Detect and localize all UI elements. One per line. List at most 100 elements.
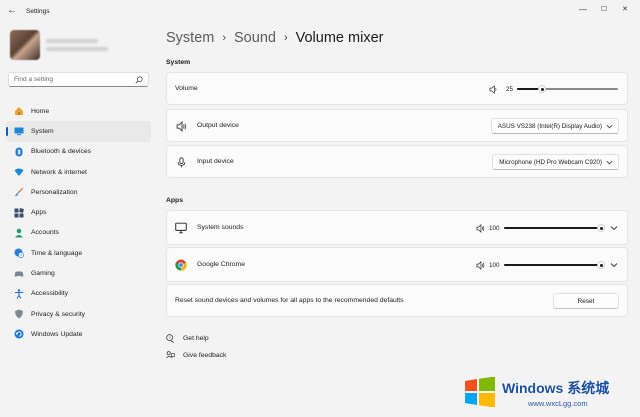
account-icon: [14, 228, 24, 238]
volume-slider[interactable]: [517, 85, 618, 93]
output-device-label: Output device: [197, 122, 239, 129]
sidebar-item-label: Network & internet: [31, 168, 87, 176]
sidebar-item-accessibility[interactable]: Accessibility: [6, 284, 151, 304]
sidebar-item-network[interactable]: Network & internet: [6, 162, 151, 182]
chevron-down-icon: [606, 124, 613, 129]
wifi-icon: [14, 167, 24, 177]
sidebar-item-home[interactable]: Home: [6, 101, 151, 121]
volume-card: Volume 25: [166, 72, 628, 105]
chevron-right-icon: ›: [283, 32, 288, 44]
sidebar-item-personalization[interactable]: Personalization: [6, 182, 151, 202]
monitor-icon: [175, 222, 187, 234]
sidebar: Home System Bluetooth & devices Network …: [0, 22, 160, 417]
app-volume-slider[interactable]: [504, 224, 605, 232]
chevron-down-icon[interactable]: [610, 224, 618, 232]
output-device-dropdown[interactable]: ASUS VS238 (Intel(R) Display Audio): [490, 118, 619, 134]
input-device-selected: Microphone (HD Pro Webcam C920): [499, 158, 602, 166]
nav-list: Home System Bluetooth & devices Network …: [6, 101, 151, 345]
app-label: System sounds: [197, 224, 244, 231]
home-icon: [14, 106, 24, 116]
sidebar-item-label: Accessibility: [31, 290, 69, 298]
sidebar-item-label: Home: [31, 107, 50, 115]
breadcrumb: System › Sound › Volume mixer: [166, 30, 383, 46]
chevron-right-icon: ›: [222, 32, 227, 44]
input-device-label: Input device: [197, 158, 234, 165]
sidebar-item-label: Accounts: [31, 229, 59, 237]
app-card-system-sounds: System sounds 100: [166, 210, 628, 245]
get-help-label[interactable]: Get help: [183, 335, 209, 342]
account-email-redacted: [46, 47, 108, 51]
app-volume-slider[interactable]: [504, 261, 605, 269]
back-arrow-icon[interactable]: ←: [6, 5, 18, 17]
update-icon: [14, 329, 24, 339]
watermark-url: www.wxcLgg.com: [528, 399, 588, 408]
bluetooth-icon: [14, 147, 24, 157]
app-volume-slider-fill: [504, 227, 601, 229]
watermark: Windows 系统城 www.wxcLgg.com: [462, 375, 640, 415]
sidebar-item-label: Gaming: [31, 270, 55, 278]
output-device-selected: ASUS VS238 (Intel(R) Display Audio): [497, 122, 602, 130]
get-help-link[interactable]: ? Get help: [166, 334, 209, 343]
windows-logo-icon: [465, 377, 495, 407]
chevron-down-icon[interactable]: [610, 261, 618, 269]
search-box[interactable]: [8, 72, 149, 87]
sidebar-item-privacy-security[interactable]: Privacy & security: [6, 304, 151, 324]
input-device-card: Input device Microphone (HD Pro Webcam C…: [166, 145, 628, 178]
minimize-button[interactable]: —: [576, 4, 590, 16]
svg-text:?: ?: [168, 335, 171, 340]
speaker-icon[interactable]: [489, 85, 498, 94]
search-icon[interactable]: [135, 76, 143, 84]
sidebar-item-apps[interactable]: Apps: [6, 202, 151, 222]
reset-description: Reset sound devices and volumes for all …: [175, 297, 404, 304]
input-device-dropdown[interactable]: Microphone (HD Pro Webcam C920): [492, 154, 619, 170]
brush-icon: [14, 187, 24, 197]
volume-slider-thumb[interactable]: [538, 85, 547, 93]
sidebar-item-system[interactable]: System: [6, 121, 151, 142]
help-icon: ?: [166, 334, 175, 343]
sidebar-item-bluetooth[interactable]: Bluetooth & devices: [6, 142, 151, 162]
chevron-down-icon: [606, 160, 613, 165]
sidebar-item-label: Time & language: [31, 249, 83, 257]
sidebar-item-label: Privacy & security: [31, 310, 86, 318]
watermark-brand: Windows 系统城: [502, 380, 610, 396]
give-feedback-link[interactable]: Give feedback: [166, 351, 226, 360]
sidebar-item-label: System: [31, 127, 54, 135]
app-title: Settings: [26, 8, 50, 15]
output-device-card: Output device ASUS VS238 (Intel(R) Displ…: [166, 109, 628, 142]
volume-value: 25: [506, 86, 514, 93]
sidebar-item-gaming[interactable]: Gaming: [6, 263, 151, 283]
chrome-icon: [175, 259, 187, 271]
section-heading-apps: Apps: [166, 197, 183, 204]
accessibility-icon: [14, 289, 24, 299]
app-volume-value: 100: [489, 262, 500, 269]
sidebar-item-label: Personalization: [31, 188, 78, 196]
sidebar-item-time-language[interactable]: Time & language: [6, 243, 151, 263]
speaker-icon[interactable]: [476, 224, 485, 233]
reset-button[interactable]: Reset: [553, 293, 619, 309]
system-display-icon: [14, 126, 24, 136]
avatar[interactable]: [10, 30, 40, 60]
app-card-google-chrome: Google Chrome 100: [166, 247, 628, 282]
maximize-button[interactable]: ☐: [597, 4, 611, 16]
give-feedback-label[interactable]: Give feedback: [183, 352, 226, 359]
speaker-icon[interactable]: [476, 261, 485, 270]
page-title: Volume mixer: [295, 30, 384, 46]
close-button[interactable]: ✕: [618, 4, 632, 16]
sidebar-item-label: Bluetooth & devices: [31, 148, 92, 156]
title-bar: ← Settings — ☐ ✕: [0, 0, 640, 22]
breadcrumb-system[interactable]: System: [166, 30, 214, 46]
search-input[interactable]: [14, 76, 129, 83]
sidebar-item-accounts[interactable]: Accounts: [6, 223, 151, 243]
app-volume-slider-thumb[interactable]: [597, 261, 605, 269]
speaker-icon: [175, 120, 187, 132]
account-name-redacted: [46, 39, 98, 43]
app-volume-slider-fill: [504, 264, 601, 266]
sidebar-item-label: Windows Update: [31, 330, 83, 338]
shield-icon: [14, 309, 24, 319]
sidebar-item-windows-update[interactable]: Windows Update: [6, 324, 151, 344]
microphone-icon: [175, 156, 187, 168]
feedback-icon: [166, 351, 175, 359]
breadcrumb-sound[interactable]: Sound: [234, 30, 276, 46]
app-volume-slider-thumb[interactable]: [597, 224, 605, 232]
volume-label: Volume: [175, 85, 198, 92]
